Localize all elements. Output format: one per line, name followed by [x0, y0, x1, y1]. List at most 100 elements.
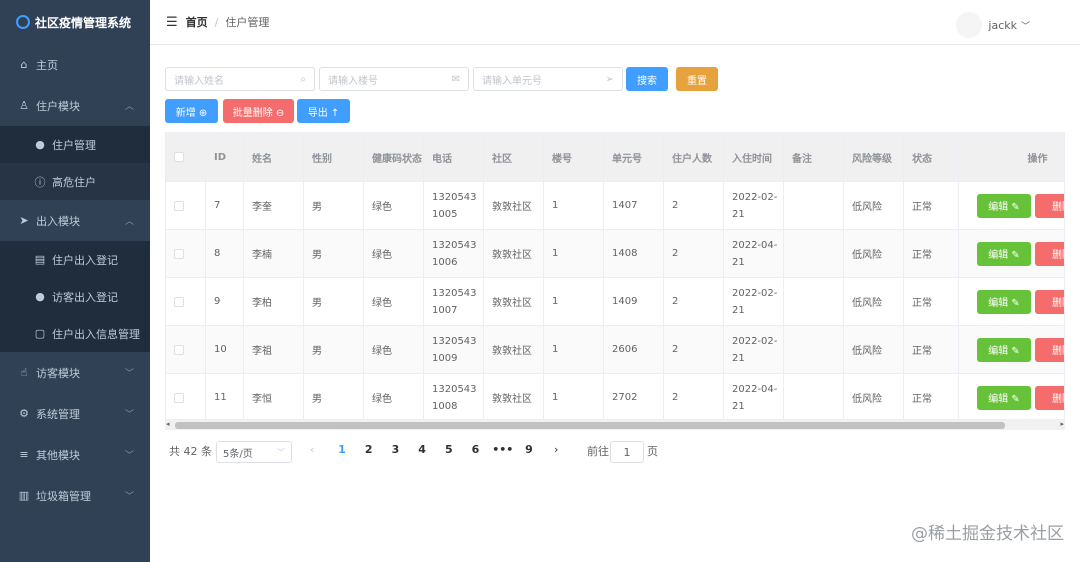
chevron-icon: ﹀ — [124, 451, 134, 461]
page-number[interactable]: 9 — [519, 443, 539, 456]
file-icon: ▢ — [34, 327, 46, 340]
scrollbar-thumb[interactable] — [175, 422, 1005, 429]
column-header: 楼号 — [544, 133, 604, 181]
breadcrumb-current: 住户管理 — [225, 16, 270, 29]
row-checkbox[interactable] — [174, 392, 184, 403]
user-menu[interactable]: jackk ﹀ — [956, 12, 1030, 38]
chevron-icon: ︿ — [124, 102, 134, 112]
page-number[interactable]: 3 — [385, 443, 405, 456]
building-search-input[interactable]: 请输入楼号 ✉ — [319, 67, 469, 91]
page-number[interactable]: 4 — [412, 443, 432, 456]
table-cell: 7 — [206, 182, 244, 229]
edit-button[interactable]: 编辑 ✎ — [977, 337, 1031, 362]
table-cell: 敦敦社区 — [484, 230, 544, 277]
horizontal-scrollbar[interactable]: ◂ ▸ — [165, 420, 1065, 430]
row-select-cell — [166, 374, 206, 419]
more-pages-icon[interactable]: ••• — [492, 443, 513, 456]
column-header: 操作 — [959, 133, 1064, 181]
row-checkbox[interactable] — [174, 344, 184, 355]
username[interactable]: jackk — [988, 19, 1017, 32]
batch-delete-button[interactable]: 批量删除 ⊖ — [223, 99, 294, 123]
send-icon: ➢ — [605, 73, 614, 85]
avatar[interactable] — [956, 12, 983, 38]
delete-button[interactable]: 删除 — [1035, 337, 1064, 362]
sidebar-item-label: 高危住户 — [52, 175, 96, 189]
table-cell: 低风险 — [844, 278, 904, 325]
send-icon: ➤ — [19, 214, 29, 227]
table-cell: 9 — [206, 278, 244, 325]
row-checkbox[interactable] — [174, 248, 184, 259]
sidebar-item-1[interactable]: ♙ 住户模块 ︿ — [0, 85, 150, 126]
goto-page-input[interactable]: 1 — [610, 441, 644, 463]
table-cell: 1 — [544, 182, 604, 229]
delete-button[interactable]: 删除 — [1035, 193, 1064, 218]
delete-button[interactable]: 删除 — [1035, 289, 1064, 314]
column-header: 备注 — [784, 133, 844, 181]
sidebar-item-8[interactable]: ☝ 访客模块 ﹀ — [0, 352, 150, 393]
prev-page-icon[interactable]: ‹ — [310, 443, 314, 456]
table-cell: 13205431007 — [424, 278, 484, 325]
page-number[interactable]: 5 — [439, 443, 459, 456]
table-cell: 低风险 — [844, 326, 904, 373]
row-checkbox[interactable] — [174, 296, 184, 307]
page-size-select[interactable]: 5条/页 ﹀ — [216, 441, 292, 463]
table-cell: 正常 — [904, 374, 959, 419]
page-number[interactable]: 2 — [359, 443, 379, 456]
sidebar-item-2[interactable]: ● 住户管理 — [0, 126, 150, 163]
sidebar-item-11[interactable]: ▥ 垃圾箱管理 ﹀ — [0, 475, 150, 516]
reset-button[interactable]: 重置 — [676, 67, 718, 91]
sidebar-item-10[interactable]: ≡ 其他模块 ﹀ — [0, 434, 150, 475]
table-cell: 1408 — [604, 230, 664, 277]
hamburger-icon[interactable]: ☰ — [166, 15, 178, 30]
sidebar-item-5[interactable]: ▤ 住户出入登记 — [0, 241, 150, 278]
table-cell: 男 — [304, 326, 364, 373]
page-number[interactable]: 1 — [332, 443, 352, 456]
sidebar-item-label: 住户出入信息管理 — [52, 327, 140, 341]
search-button[interactable]: 搜索 — [626, 67, 668, 91]
select-all-checkbox[interactable] — [174, 152, 184, 162]
actions-cell: 编辑 ✎删除 — [959, 182, 1064, 229]
table-cell: 2 — [664, 374, 724, 419]
export-button[interactable]: 导出 ↑ — [297, 99, 350, 123]
delete-button[interactable]: 删除 — [1035, 241, 1064, 266]
table-cell: 10 — [206, 326, 244, 373]
edit-button[interactable]: 编辑 ✎ — [977, 241, 1031, 266]
column-header: 性别 — [304, 133, 364, 181]
chevron-down-icon[interactable]: ﹀ — [1021, 19, 1030, 32]
edit-button[interactable]: 编辑 ✎ — [977, 193, 1031, 218]
page-number[interactable]: 6 — [466, 443, 486, 456]
sidebar-item-9[interactable]: ⚙ 系统管理 ﹀ — [0, 393, 150, 434]
sidebar-item-label: 住户管理 — [52, 138, 96, 152]
column-header: 风险等级 — [844, 133, 904, 181]
actions-cell: 编辑 ✎删除 — [959, 326, 1064, 373]
chevron-icon: ﹀ — [124, 410, 134, 420]
sidebar-item-0[interactable]: ⌂ 主页 — [0, 44, 150, 85]
delete-button[interactable]: 删除 — [1035, 385, 1064, 410]
actions-cell: 编辑 ✎删除 — [959, 230, 1064, 277]
scroll-left-icon[interactable]: ◂ — [166, 420, 170, 428]
sidebar-item-3[interactable]: ⓘ 高危住户 — [0, 163, 150, 200]
row-checkbox[interactable] — [174, 200, 184, 211]
column-header: 电话 — [424, 133, 484, 181]
sidebar-item-6[interactable]: ● 访客出入登记 — [0, 278, 150, 315]
table-cell — [784, 326, 844, 373]
table-header: ID 姓名 性别 健康码状态 电话 社区 楼号 单元号 住户人数 入住时间 备注 风险等级 状态 操作 — [166, 133, 1064, 181]
sidebar-item-4[interactable]: ➤ 出入模块 ︿ — [0, 200, 150, 241]
table-cell: 绿色 — [364, 374, 424, 419]
scroll-right-icon[interactable]: ▸ — [1060, 420, 1064, 428]
table-cell: 2 — [664, 278, 724, 325]
row-select-cell — [166, 326, 206, 373]
sidebar-item-label: 住户模块 — [36, 99, 80, 113]
table-cell — [784, 374, 844, 419]
edit-button[interactable]: 编辑 ✎ — [977, 289, 1031, 314]
name-search-input[interactable]: 请输入姓名 ⌕ — [165, 67, 315, 91]
chevron-icon: ﹀ — [124, 369, 134, 379]
breadcrumb-home[interactable]: 首页 — [186, 14, 208, 30]
person-icon: ● — [35, 290, 45, 303]
edit-button[interactable]: 编辑 ✎ — [977, 385, 1031, 410]
add-button[interactable]: 新增 ⊕ — [165, 99, 218, 123]
unit-search-input[interactable]: 请输入单元号 ➢ — [473, 67, 623, 91]
sidebar-item-7[interactable]: ▢ 住户出入信息管理 — [0, 315, 150, 352]
sidebar-item-label: 出入模块 — [36, 214, 80, 228]
next-page-icon[interactable]: › — [554, 443, 558, 456]
